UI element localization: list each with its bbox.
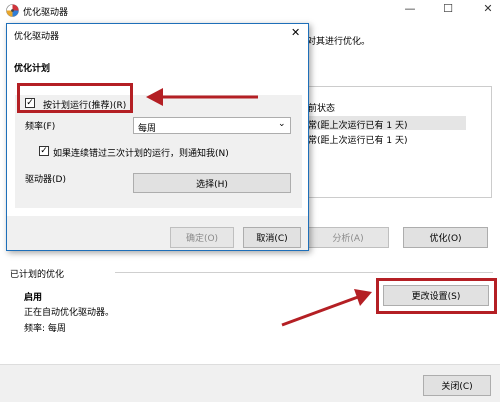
arrow-icon	[146, 88, 372, 327]
